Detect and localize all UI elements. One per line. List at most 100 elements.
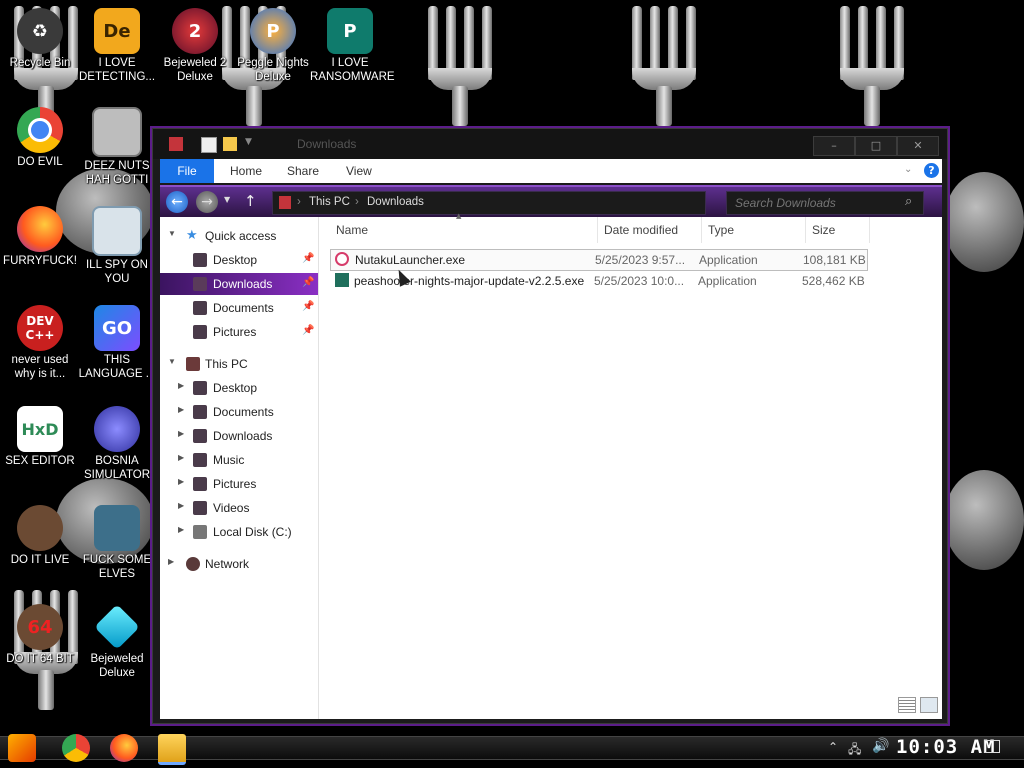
chrome-icon[interactable] bbox=[62, 734, 90, 762]
taskbar-strip bbox=[0, 736, 1024, 760]
chevron-down-icon[interactable]: ▼ bbox=[245, 137, 259, 151]
new-folder-icon[interactable] bbox=[223, 137, 237, 151]
column-name[interactable]: Name bbox=[330, 217, 598, 243]
desktop-icon-golang[interactable]: GO THIS LANGUAGE ... bbox=[77, 305, 157, 381]
nav-quick-pictures[interactable]: Pictures 📌 bbox=[160, 321, 318, 343]
collapsed-arrow-icon[interactable]: ▶ bbox=[178, 477, 184, 486]
desktop-icon-furryfuck[interactable]: FURRYFUCK! bbox=[0, 206, 80, 268]
pin-icon[interactable]: 📌 bbox=[302, 325, 314, 336]
breadcrumb-downloads[interactable]: Downloads bbox=[367, 196, 424, 208]
desktop-icon-do-evil[interactable]: DO EVIL bbox=[0, 107, 80, 169]
minimize-button[interactable]: – bbox=[813, 136, 855, 156]
file-type: Application bbox=[699, 253, 758, 267]
nav-quick-downloads[interactable]: Downloads 📌 bbox=[160, 273, 318, 295]
documents-folder-icon bbox=[193, 301, 207, 315]
expand-arrow-icon[interactable]: ▼ bbox=[168, 229, 176, 238]
collapsed-arrow-icon[interactable]: ▶ bbox=[178, 381, 184, 390]
help-icon[interactable]: ? bbox=[924, 163, 939, 178]
collapsed-arrow-icon[interactable]: ▶ bbox=[178, 453, 184, 462]
content-area: ▼ ★ Quick access Desktop 📌 Downloads 📌 D… bbox=[160, 212, 942, 719]
nav-pc-downloads[interactable]: ▶ Downloads bbox=[160, 425, 318, 447]
file-type: Application bbox=[698, 274, 757, 288]
back-icon[interactable]: ← bbox=[166, 191, 188, 213]
details-view-button[interactable] bbox=[898, 697, 916, 713]
expand-arrow-icon[interactable]: ▼ bbox=[168, 357, 176, 366]
desktop-icon-bejeweled-2[interactable]: 2 Bejeweled 2 Deluxe bbox=[155, 8, 235, 84]
search-icon[interactable]: ⌕ bbox=[905, 194, 912, 209]
documents-folder-icon bbox=[193, 405, 207, 419]
breadcrumb[interactable]: › This PC › Downloads bbox=[272, 191, 706, 215]
desktop-icon-peggle-nights[interactable]: P Peggle Nights Deluxe bbox=[233, 8, 313, 84]
forward-icon[interactable]: → bbox=[196, 191, 218, 213]
nav-quick-desktop[interactable]: Desktop 📌 bbox=[160, 249, 318, 271]
nav-pc-desktop[interactable]: ▶ Desktop bbox=[160, 377, 318, 399]
taskbar-clock[interactable]: 10:03 AM bbox=[896, 736, 996, 758]
firefox-icon[interactable] bbox=[110, 734, 138, 762]
pin-icon[interactable]: 📌 bbox=[302, 253, 314, 264]
sort-arrow-icon: ▲ bbox=[456, 212, 462, 220]
nav-quick-access[interactable]: ▼ ★ Quick access bbox=[160, 225, 318, 247]
desktop-icon-recycle-bin[interactable]: ♻ Recycle Bin bbox=[0, 8, 80, 70]
desktop-icon-bosnia[interactable]: BOSNIA SIMULATOR bbox=[77, 406, 157, 482]
desktop-icon-detecting[interactable]: De I LOVE DETECTING... bbox=[77, 8, 157, 84]
show-hidden-icons-icon[interactable]: ⌃ bbox=[828, 740, 838, 754]
collapsed-arrow-icon[interactable]: ▶ bbox=[168, 557, 174, 566]
collapsed-arrow-icon[interactable]: ▶ bbox=[178, 405, 184, 414]
search-box[interactable]: ⌕ bbox=[726, 191, 924, 215]
start-button-icon[interactable] bbox=[8, 734, 36, 762]
column-date-modified[interactable]: Date modified bbox=[598, 217, 702, 243]
file-explorer-icon[interactable] bbox=[158, 734, 186, 765]
expand-ribbon-icon[interactable]: ⌄ bbox=[904, 164, 912, 175]
desktop-folder-icon bbox=[193, 381, 207, 395]
volume-icon[interactable]: 🔊 bbox=[872, 738, 889, 754]
desktop-icon-ransomware[interactable]: P I LOVE RANSOMWARE bbox=[310, 8, 395, 84]
network-status-icon[interactable]: 🖧 bbox=[848, 740, 861, 761]
maximize-button[interactable]: □ bbox=[855, 136, 897, 156]
nav-quick-documents[interactable]: Documents 📌 bbox=[160, 297, 318, 319]
nav-pc-music[interactable]: ▶ Music bbox=[160, 449, 318, 471]
title-bar[interactable]: ▼ Downloads – □ ✕ bbox=[153, 129, 947, 159]
desktop-icon-devcpp[interactable]: DEV C++ never used why is it... bbox=[0, 305, 80, 381]
close-button[interactable]: ✕ bbox=[897, 136, 939, 156]
nav-pc-pictures[interactable]: ▶ Pictures bbox=[160, 473, 318, 495]
file-row[interactable]: NutakuLauncher.exe 5/25/2023 9:57... App… bbox=[330, 249, 868, 271]
column-type[interactable]: Type bbox=[702, 217, 806, 243]
tab-home[interactable]: Home bbox=[230, 159, 262, 183]
properties-icon[interactable] bbox=[201, 137, 217, 153]
column-size[interactable]: Size bbox=[806, 217, 870, 243]
pin-icon[interactable]: 📌 bbox=[302, 301, 314, 312]
notifications-icon[interactable] bbox=[984, 740, 1000, 753]
file-date: 5/25/2023 9:57... bbox=[595, 253, 686, 267]
recent-dropdown-icon[interactable]: ▼ bbox=[224, 195, 230, 204]
nav-network[interactable]: ▶ Network bbox=[160, 553, 318, 575]
bejeweled-2-icon: 2 bbox=[172, 8, 218, 54]
desktop-icon-spy[interactable]: ILL SPY ON YOU bbox=[77, 206, 157, 286]
up-icon[interactable]: ↑ bbox=[244, 192, 257, 210]
tab-view[interactable]: View bbox=[346, 159, 372, 183]
pin-icon[interactable]: 📌 bbox=[302, 277, 314, 288]
location-icon bbox=[279, 196, 291, 209]
desktop-icon-do-it-64[interactable]: 64 DO IT 64 BIT bbox=[0, 604, 80, 666]
collapsed-arrow-icon[interactable]: ▶ bbox=[178, 525, 184, 534]
nav-pc-documents[interactable]: ▶ Documents bbox=[160, 401, 318, 423]
desktop-icon-elves[interactable]: FUCK SOME ELVES bbox=[77, 505, 157, 581]
file-name: peashooter-nights-major-update-v2.2.5.ex… bbox=[354, 274, 585, 288]
nutaku-icon bbox=[335, 252, 349, 266]
large-icons-view-button[interactable] bbox=[920, 697, 938, 713]
desktop-icon-bejeweled[interactable]: Bejeweled Deluxe bbox=[77, 604, 157, 680]
nav-pc-videos[interactable]: ▶ Videos bbox=[160, 497, 318, 519]
desktop-icon-deez-nuts[interactable]: DEEZ NUTS HAH GOTTI bbox=[77, 107, 157, 187]
desktop-icon-sex-editor[interactable]: HxD SEX EDITOR bbox=[0, 406, 80, 468]
firefox-icon bbox=[17, 206, 63, 252]
music-folder-icon bbox=[193, 453, 207, 467]
tab-file[interactable]: File bbox=[160, 159, 214, 183]
search-input[interactable] bbox=[733, 194, 897, 212]
nav-pc-local-disk[interactable]: ▶ Local Disk (C:) bbox=[160, 521, 318, 543]
tab-share[interactable]: Share bbox=[287, 159, 319, 183]
breadcrumb-this-pc[interactable]: This PC bbox=[309, 196, 350, 208]
nav-this-pc[interactable]: ▼ This PC bbox=[160, 353, 318, 375]
explorer-window[interactable]: ▼ Downloads – □ ✕ File Home Share View ⌄… bbox=[152, 128, 948, 724]
collapsed-arrow-icon[interactable]: ▶ bbox=[178, 429, 184, 438]
collapsed-arrow-icon[interactable]: ▶ bbox=[178, 501, 184, 510]
desktop-icon-do-it-live[interactable]: DO IT LIVE bbox=[0, 505, 80, 567]
